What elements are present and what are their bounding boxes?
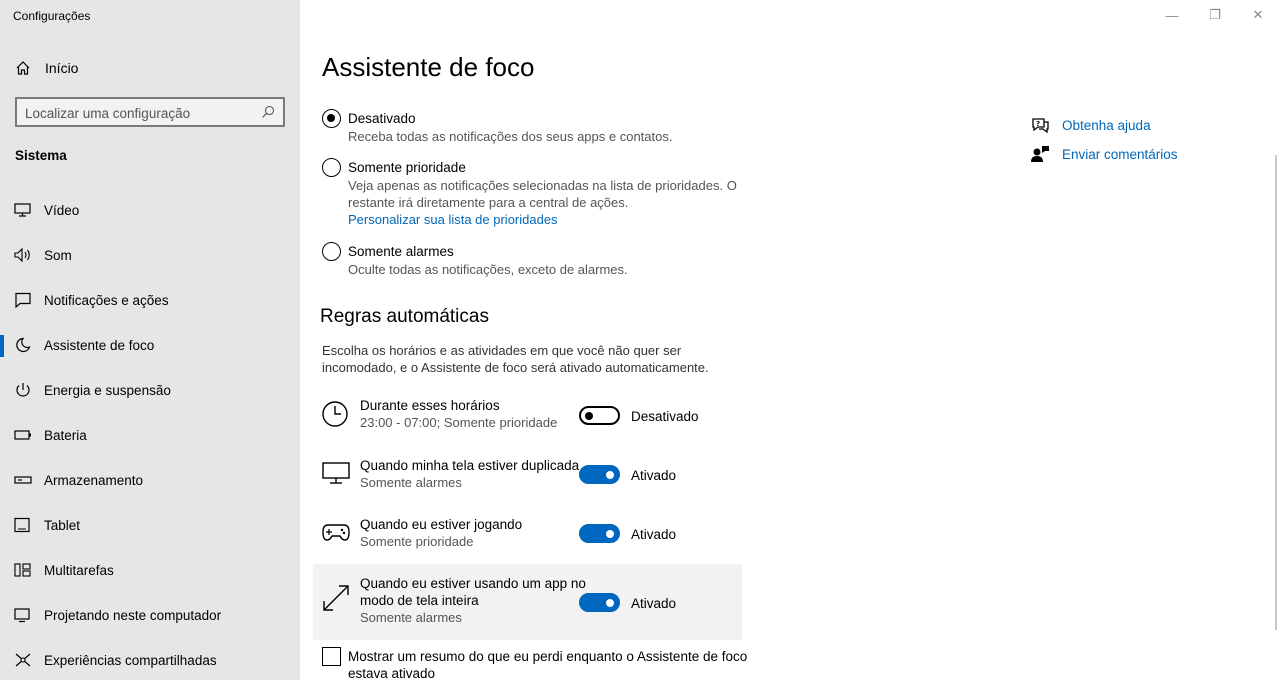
toggle-switch[interactable] — [579, 524, 620, 543]
sidebar-item-label: Bateria — [44, 428, 87, 443]
svg-text:?: ? — [1036, 120, 1040, 128]
option-title: Desativado — [348, 111, 416, 126]
option-title: Somente prioridade — [348, 160, 466, 175]
section-desc: Escolha os horários e as atividades em q… — [322, 343, 709, 375]
option-desc: Veja apenas as notificações selecionadas… — [348, 178, 737, 210]
toggle-state-label: Ativado — [631, 468, 677, 483]
sidebar-item-label: Multitarefas — [44, 563, 114, 578]
rule-title: Quando minha tela estiver duplicada — [360, 458, 580, 473]
rule-row[interactable]: Quando eu estiver jogando Somente priori… — [313, 510, 742, 560]
clock-icon — [322, 401, 348, 427]
rule-title: Quando eu estiver jogando — [360, 517, 523, 532]
summary-checkbox-label: Mostrar um resumo do que eu perdi enquan… — [348, 649, 748, 680]
app-title: Configurações — [13, 9, 91, 23]
option-title: Somente alarmes — [348, 244, 454, 259]
option-desc: Receba todas as notificações dos seus ap… — [348, 129, 673, 144]
sidebar-item-label: Armazenamento — [44, 473, 144, 488]
search-input[interactable] — [25, 103, 255, 123]
feedback-icon — [1031, 146, 1049, 162]
rule-subtitle: Somente prioridade — [360, 534, 474, 549]
rule-row[interactable]: Durante esses horários 23:00 - 07:00; So… — [313, 392, 742, 442]
sidebar-item-label: Som — [44, 248, 72, 263]
notification-icon — [15, 292, 31, 308]
customize-priority-list-link[interactable]: Personalizar sua lista de prioridades — [348, 212, 558, 227]
monitor-icon — [14, 203, 31, 217]
sidebar-item-tablet[interactable]: Tablet — [0, 503, 300, 548]
toggle-state-label: Desativado — [631, 409, 699, 424]
speaker-icon — [14, 247, 30, 263]
sidebar-item-projecting[interactable]: Projetando neste computador — [0, 593, 300, 638]
send-feedback-label: Enviar comentários — [1062, 147, 1178, 162]
radio-button-alarms[interactable] — [322, 242, 341, 261]
sidebar-nav: Vídeo Som Notificações e ações Assistent… — [0, 188, 300, 680]
sidebar-item-storage[interactable]: Armazenamento — [0, 458, 300, 503]
battery-icon — [14, 430, 31, 440]
home-icon — [16, 61, 30, 75]
sidebar-item-focus-assist[interactable]: Assistente de foco — [0, 323, 300, 368]
toggle-switch[interactable] — [579, 406, 620, 425]
sidebar-item-video[interactable]: Vídeo — [0, 188, 300, 233]
sidebar-item-label: Início — [45, 60, 79, 76]
rule-title: Durante esses horários — [360, 398, 500, 413]
toggle-state-label: Ativado — [631, 596, 677, 611]
sidebar-item-label: Tablet — [44, 518, 81, 533]
toggle-switch[interactable] — [579, 465, 620, 484]
search-box[interactable] — [15, 97, 285, 127]
toggle-state-label: Ativado — [631, 527, 677, 542]
fullscreen-icon — [323, 585, 349, 611]
sidebar-item-label: Notificações e ações — [44, 293, 169, 308]
summary-checkbox[interactable] — [322, 647, 341, 666]
sidebar: Configurações Início Sistema Vídeo Som N… — [0, 0, 300, 680]
get-help-label: Obtenha ajuda — [1062, 118, 1151, 133]
moon-icon — [16, 337, 31, 353]
sidebar-item-home[interactable]: Início — [0, 52, 300, 84]
gamepad-icon — [322, 524, 350, 541]
sidebar-item-shared-experiences[interactable]: Experiências compartilhadas — [0, 638, 300, 680]
main-content: Assistente de foco Desativado Receba tod… — [300, 0, 1280, 680]
radio-button-off[interactable] — [322, 109, 341, 128]
sidebar-item-label: Vídeo — [44, 203, 80, 218]
radio-button-priority[interactable] — [322, 158, 341, 177]
rule-subtitle: Somente alarmes — [360, 610, 462, 625]
sidebar-item-notifications[interactable]: Notificações e ações — [0, 278, 300, 323]
page-title: Assistente de foco — [322, 52, 535, 82]
storage-icon — [14, 476, 32, 484]
sidebar-item-label: Projetando neste computador — [44, 608, 222, 623]
sidebar-item-label: Assistente de foco — [44, 338, 155, 353]
rule-subtitle: Somente alarmes — [360, 475, 462, 490]
sidebar-item-sound[interactable]: Som — [0, 233, 300, 278]
sidebar-section-heading: Sistema — [15, 148, 67, 163]
scrollbar[interactable] — [1275, 155, 1277, 630]
sidebar-item-power[interactable]: Energia e suspensão — [0, 368, 300, 413]
rule-row[interactable]: Quando eu estiver usando um app no modo … — [313, 564, 742, 640]
sidebar-item-battery[interactable]: Bateria — [0, 413, 300, 458]
tablet-icon — [14, 517, 30, 533]
option-desc: Oculte todas as notificações, exceto de … — [348, 262, 628, 277]
search-icon[interactable] — [261, 105, 275, 119]
multitask-icon — [14, 563, 31, 577]
shared-icon — [15, 653, 31, 667]
rule-title: Quando eu estiver usando um app no modo … — [360, 576, 586, 608]
rule-subtitle: 23:00 - 07:00; Somente prioridade — [360, 415, 558, 430]
power-icon — [16, 383, 30, 397]
sidebar-item-label: Energia e suspensão — [44, 383, 171, 398]
rule-row[interactable]: Quando minha tela estiver duplicada Some… — [313, 451, 742, 501]
projecting-icon — [14, 608, 30, 623]
sidebar-item-multitasking[interactable]: Multitarefas — [0, 548, 300, 593]
display-icon — [322, 462, 350, 484]
sidebar-item-label: Experiências compartilhadas — [44, 653, 217, 668]
chat-help-icon: ? — [1032, 118, 1049, 134]
section-heading: Regras automáticas — [320, 306, 489, 327]
toggle-switch[interactable] — [579, 593, 620, 612]
